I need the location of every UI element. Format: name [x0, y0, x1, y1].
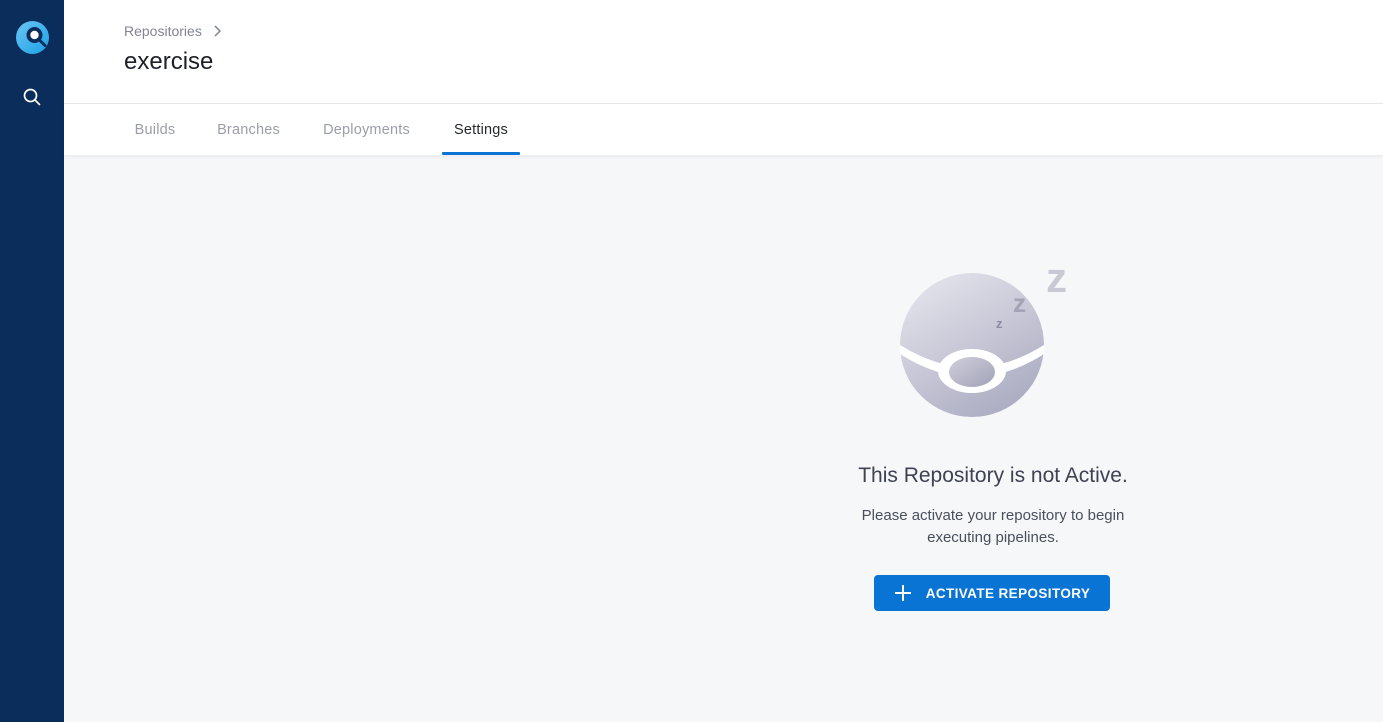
drone-logo-icon[interactable] [16, 21, 49, 54]
tab-bar: Builds Branches Deployments Settings [64, 104, 1383, 156]
breadcrumb-repositories-link[interactable]: Repositories [124, 23, 202, 39]
page-header: Repositories exercise [64, 0, 1383, 104]
activate-repository-button[interactable]: ACTIVATE REPOSITORY [874, 575, 1110, 611]
tab-branches[interactable]: Branches [216, 104, 281, 155]
empty-state-message: Please activate your repository to begin… [861, 507, 1125, 546]
svg-text:z: z [996, 316, 1003, 331]
tab-builds[interactable]: Builds [134, 104, 176, 155]
empty-state-title: This Repository is not Active. [858, 464, 1128, 487]
chevron-right-icon [214, 25, 221, 37]
plus-icon [894, 585, 911, 601]
page-title: exercise [124, 48, 214, 75]
sleeping-drone-icon: z z z [900, 254, 1067, 417]
sidebar [0, 0, 64, 722]
tab-settings[interactable]: Settings [442, 104, 520, 155]
svg-text:z: z [1046, 254, 1067, 301]
search-icon[interactable] [22, 87, 42, 107]
tab-deployments[interactable]: Deployments [321, 104, 412, 155]
activate-repository-label: ACTIVATE REPOSITORY [925, 585, 1091, 601]
main-content: Repositories exercise Builds Branches De… [64, 0, 1383, 722]
breadcrumb: Repositories [124, 23, 222, 39]
svg-text:z: z [1013, 288, 1026, 318]
